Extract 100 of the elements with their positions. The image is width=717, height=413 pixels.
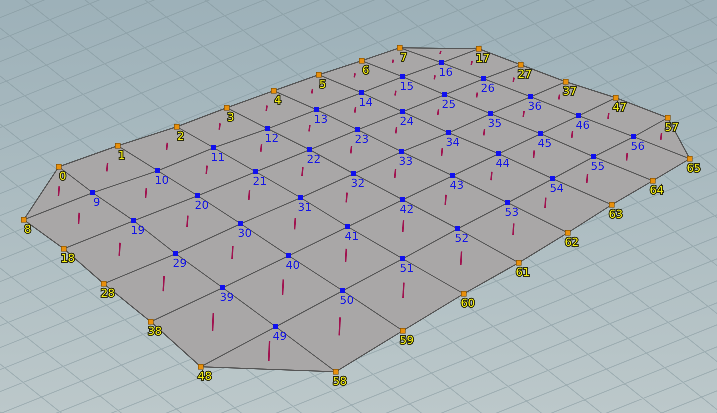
normal-line: [354, 107, 357, 114]
normal-line: [282, 280, 284, 296]
normal-line: [544, 198, 547, 208]
point-number: 17: [476, 52, 490, 65]
normal-line: [311, 88, 314, 94]
normal-line: [248, 190, 251, 200]
normal-line: [308, 125, 311, 132]
point-number: 6: [362, 64, 370, 77]
point-number: 52: [455, 232, 469, 245]
point-number: 25: [442, 98, 456, 111]
normal-line: [512, 224, 515, 236]
normal-line: [660, 133, 663, 140]
point-number: 4: [274, 94, 282, 107]
normal-line: [533, 150, 536, 158]
point-number: 34: [446, 136, 460, 149]
point-number: 49: [273, 330, 287, 343]
normal-line: [166, 142, 168, 150]
point-number: 55: [591, 160, 605, 173]
point-number: 15: [400, 80, 414, 93]
point-number: 29: [173, 257, 187, 270]
normal-line: [118, 242, 122, 256]
point-number: 23: [355, 133, 369, 146]
point-number: 0: [60, 170, 66, 183]
normal-line: [626, 153, 628, 161]
normal-line: [232, 246, 234, 260]
normal-line: [522, 111, 526, 118]
point-number: 58: [333, 375, 347, 388]
normal-line: [434, 75, 436, 80]
point-number: 3: [228, 111, 234, 124]
normal-line: [437, 109, 440, 116]
point-number: 5: [320, 78, 326, 91]
point-number: 37: [563, 85, 577, 98]
point-number: 65: [687, 162, 701, 175]
normal-line: [186, 216, 189, 228]
normal-line: [558, 94, 561, 100]
normal-line: [345, 248, 348, 262]
point-number: 19: [131, 224, 145, 237]
point-number: 2: [178, 130, 184, 143]
point-number: 21: [253, 175, 267, 188]
normal-line: [268, 341, 271, 362]
point-number: 10: [155, 174, 169, 187]
point-number: 56: [631, 140, 645, 153]
point-number: 38: [148, 325, 162, 338]
point-number: 22: [307, 153, 321, 166]
point-number: 50: [340, 294, 354, 307]
point-number: 27: [518, 68, 532, 81]
point-number: 41: [345, 230, 359, 243]
point-number: 11: [211, 151, 225, 164]
point-number: 43: [450, 179, 464, 192]
normal-line: [483, 129, 486, 136]
point-number: 26: [481, 82, 495, 95]
normal-line: [512, 78, 516, 82]
point-number: 63: [609, 208, 623, 221]
point-number: 9: [94, 196, 100, 209]
point-number: 7: [400, 51, 408, 64]
normal-line: [106, 163, 109, 172]
normal-line: [338, 318, 342, 336]
point-number: 13: [314, 113, 328, 126]
normal-line: [58, 186, 60, 196]
point-number: 8: [24, 223, 32, 236]
point-number: 31: [298, 201, 312, 214]
normal-line: [470, 61, 474, 66]
normal-line: [476, 92, 478, 98]
point-number: 18: [61, 252, 75, 265]
point-number: 45: [538, 137, 552, 150]
normal-line: [608, 113, 610, 120]
normal-line: [402, 282, 405, 298]
point-number: 47: [613, 101, 627, 114]
normal-line: [571, 131, 574, 138]
point-number: 53: [505, 206, 519, 219]
point-number: 59: [400, 334, 414, 347]
point-number: 48: [198, 370, 212, 383]
normal-line: [444, 194, 448, 206]
point-number: 20: [195, 199, 209, 212]
point-number: 60: [461, 297, 475, 310]
normal-line: [145, 188, 148, 198]
normal-line: [294, 218, 296, 230]
point-number: 1: [118, 149, 126, 162]
point-number: 32: [351, 177, 365, 190]
point-number: 40: [286, 259, 300, 272]
point-number: 61: [516, 266, 530, 279]
normal-line: [440, 50, 442, 54]
normal-line: [218, 124, 222, 130]
point-number: 36: [528, 100, 542, 113]
normal-line: [346, 192, 348, 203]
point-number: 44: [496, 157, 510, 170]
point-number: 51: [400, 262, 414, 275]
normal-line: [392, 60, 394, 64]
point-number: 39: [220, 291, 234, 304]
normal-line: [350, 146, 353, 154]
normal-line: [395, 127, 398, 134]
point-number: 14: [359, 96, 373, 109]
normal-line: [490, 172, 493, 181]
normal-line: [212, 313, 214, 332]
point-number: 46: [576, 119, 590, 132]
normal-line: [162, 276, 166, 292]
point-number: 28: [101, 287, 115, 300]
normal-line: [206, 166, 208, 174]
point-number: 12: [265, 132, 279, 145]
normal-line: [394, 90, 397, 96]
